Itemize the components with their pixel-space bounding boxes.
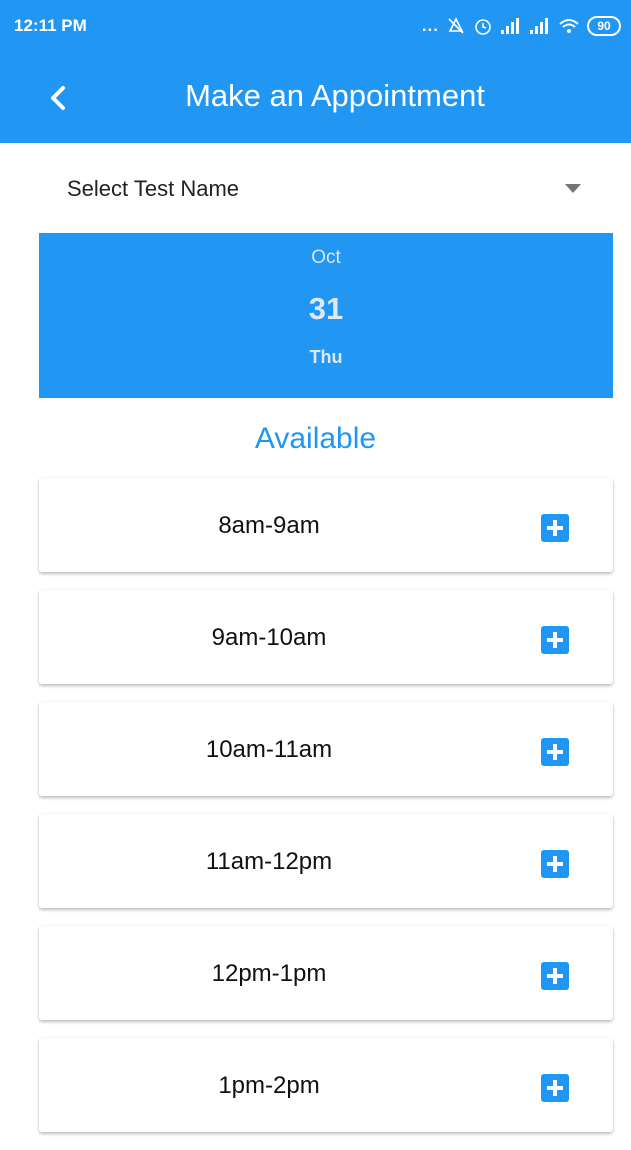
date-panel[interactable]: Oct 31 Thu (39, 233, 613, 398)
time-slot-card: 12pm-1pm (39, 926, 613, 1020)
add-slot-button[interactable] (541, 850, 569, 878)
time-slot-label: 10am-11am (205, 736, 333, 763)
time-slot-label: 8am-9am (218, 512, 320, 539)
page-title: Make an Appointment (185, 78, 485, 113)
time-slot-card: 11am-12pm (39, 814, 613, 908)
test-name-dropdown[interactable]: Select Test Name (39, 160, 613, 216)
time-slot-label: 9am-10am (211, 624, 327, 651)
add-slot-button[interactable] (541, 738, 569, 766)
status-bar: 12:11 PM ... 90 (0, 0, 631, 52)
app-bar: 12:11 PM ... 90 Make an Appointment (0, 0, 631, 143)
add-slot-button[interactable] (541, 626, 569, 654)
signal-icon-2 (529, 17, 551, 35)
time-slot-card: 8am-9am (39, 478, 613, 572)
wifi-icon (558, 17, 580, 35)
time-slot-label: 11am-12pm (205, 848, 333, 875)
caret-down-icon (565, 184, 581, 193)
time-slot-card: 10am-11am (39, 702, 613, 796)
signal-icon (500, 17, 522, 35)
add-slot-button[interactable] (541, 514, 569, 542)
date-month: Oct (311, 247, 341, 268)
time-slot-label: 12pm-1pm (211, 960, 327, 987)
battery-icon: 90 (587, 16, 621, 36)
available-heading: Available (254, 422, 377, 455)
mute-icon (446, 16, 466, 36)
add-slot-button[interactable] (541, 1074, 569, 1102)
add-slot-button[interactable] (541, 962, 569, 990)
chevron-left-icon (51, 86, 65, 110)
time-slot-card: 1pm-2pm (39, 1038, 613, 1132)
time-slot-list: 8am-9am 9am-10am 10am-11am 11am-12pm 12p… (39, 478, 613, 1150)
more-notifications-icon: ... (421, 16, 439, 35)
dropdown-label: Select Test Name (67, 176, 240, 201)
date-day: 31 (308, 291, 344, 326)
time-slot-card: 9am-10am (39, 590, 613, 684)
back-button[interactable] (38, 78, 78, 118)
time-slot-label: 1pm-2pm (218, 1072, 320, 1099)
status-time: 12:11 PM (14, 16, 87, 35)
date-weekday: Thu (309, 347, 343, 367)
status-icons: ... 90 (422, 14, 621, 38)
alarm-icon (473, 16, 493, 36)
